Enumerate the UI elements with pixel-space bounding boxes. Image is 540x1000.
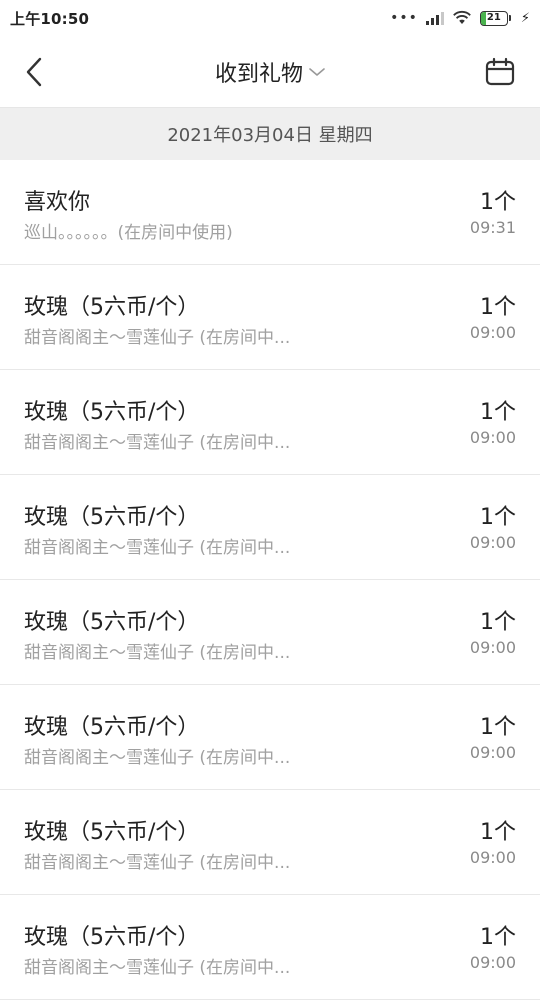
gift-time: 09:00 <box>469 743 516 762</box>
gift-list-item[interactable]: 玫瑰（5六币/个） 甜音阁阁主～雪莲仙子 (在房间中... 1个 09:00 <box>0 580 540 685</box>
gift-sender-detail: 甜音阁阁主～雪莲仙子 (在房间中... <box>24 433 291 453</box>
gift-name: 玫瑰（5六币/个） <box>24 295 200 320</box>
status-icons: ••• 21 ⚡ <box>390 10 530 26</box>
gift-time: 09:00 <box>469 638 516 657</box>
gift-time: 09:00 <box>469 533 516 552</box>
gift-quantity: 1个 <box>480 295 516 320</box>
gift-list-item[interactable]: 玫瑰（5六币/个） 甜音阁阁主～雪莲仙子 (在房间中... 1个 09:00 <box>0 475 540 580</box>
cellular-signal-icon <box>425 11 444 25</box>
calendar-icon <box>485 57 515 86</box>
gift-sender-detail: 甜音阁阁主～雪莲仙子 (在房间中... <box>24 328 291 348</box>
gift-sender-detail: 甜音阁阁主～雪莲仙子 (在房间中... <box>24 643 291 663</box>
gift-sender-detail: 甜音阁阁主～雪莲仙子 (在房间中... <box>24 958 291 978</box>
gift-quantity: 1个 <box>480 190 516 215</box>
back-button[interactable] <box>24 54 60 90</box>
gift-name: 玫瑰（5六币/个） <box>24 925 200 950</box>
gift-time: 09:00 <box>469 428 516 447</box>
gift-sender-detail: 甜音阁阁主～雪莲仙子 (在房间中... <box>24 748 291 768</box>
wifi-icon <box>452 10 472 26</box>
battery-percent: 21 <box>486 12 501 23</box>
gift-list-item[interactable]: 玫瑰（5六币/个） 甜音阁阁主～雪莲仙子 (在房间中... 1个 09:00 <box>0 265 540 370</box>
gift-list: 喜欢你巡山。。。。。。(在房间中使用) 1个 09:31 玫瑰（5六币/个） 甜音阁阁主… <box>0 160 540 1000</box>
gift-quantity: 1个 <box>480 610 516 635</box>
calendar-button[interactable] <box>482 54 518 90</box>
charging-icon: ⚡ <box>520 10 530 26</box>
gift-list-item[interactable]: 玫瑰（5六币/个） 甜音阁阁主～雪莲仙子 (在房间中... 1个 09:00 <box>0 370 540 475</box>
page-title: 收到礼物 <box>214 61 303 87</box>
gift-sender-detail: 巡山。。。。。。(在房间中使用) <box>24 223 233 243</box>
gift-list-item[interactable]: 玫瑰（5六币/个） 甜音阁阁主～雪莲仙子 (在房间中... 1个 09:00 <box>0 685 540 790</box>
gift-name: 玫瑰（5六币/个） <box>24 400 200 425</box>
gift-name: 玫瑰（5六币/个） <box>24 610 200 635</box>
gift-list-item[interactable]: 喜欢你巡山。。。。。。(在房间中使用) 1个 09:31 <box>0 160 540 265</box>
battery-icon: 21 <box>479 10 511 26</box>
gift-list-item[interactable]: 玫瑰（5六币/个） 甜音阁阁主～雪莲仙子 (在房间中... 1个 09:00 <box>0 895 540 1000</box>
gift-name: 玫瑰（5六币/个） <box>24 820 200 845</box>
gift-time: 09:00 <box>469 953 516 972</box>
gift-time: 09:00 <box>469 323 516 342</box>
gift-time: 09:00 <box>469 848 516 867</box>
date-section-header: 2021年03月04日 星期四 <box>0 108 540 160</box>
chevron-left-icon <box>26 57 42 87</box>
title-dropdown[interactable]: 收到礼物 <box>215 56 325 88</box>
gift-name: 玫瑰（5六币/个） <box>24 505 200 530</box>
gift-quantity: 1个 <box>480 400 516 425</box>
gift-name: 喜欢你 <box>24 190 91 215</box>
gift-quantity: 1个 <box>480 925 516 950</box>
gift-sender-detail: 甜音阁阁主～雪莲仙子 (在房间中... <box>24 538 291 558</box>
more-notifications-icon: ••• <box>390 10 418 26</box>
battery-level-fill <box>480 11 487 25</box>
gift-list-item[interactable]: 玫瑰（5六币/个） 甜音阁阁主～雪莲仙子 (在房间中... 1个 09:00 <box>0 790 540 895</box>
gift-time: 09:31 <box>469 218 516 237</box>
navigation-bar: 收到礼物 <box>0 36 540 108</box>
gift-sender-detail: 甜音阁阁主～雪莲仙子 (在房间中... <box>24 853 291 873</box>
gift-quantity: 1个 <box>480 820 516 845</box>
gift-quantity: 1个 <box>480 715 516 740</box>
gift-name: 玫瑰（5六币/个） <box>24 715 200 740</box>
chevron-down-icon <box>309 67 325 76</box>
status-time: 上午10:50 <box>10 9 90 28</box>
status-bar: 上午10:50 ••• 21 ⚡ <box>0 0 540 36</box>
gift-quantity: 1个 <box>480 505 516 530</box>
